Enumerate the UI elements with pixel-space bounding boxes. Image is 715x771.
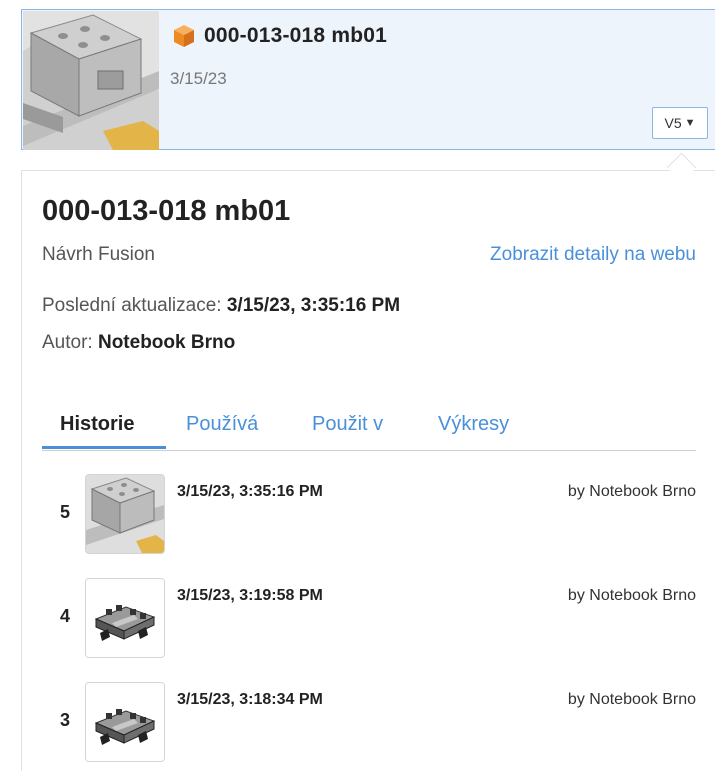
version-thumbnail <box>85 474 165 554</box>
design-type: Návrh Fusion <box>42 244 155 265</box>
last-updated-label: Poslední aktualizace: <box>42 295 222 316</box>
version-number: 4 <box>60 606 71 626</box>
caret-down-icon: ▼ <box>684 117 696 129</box>
history-item[interactable]: 4 3/15/23, 3:19:58 PM by Notebook Brno <box>42 578 696 660</box>
version-author: by Notebook Brno <box>567 587 696 604</box>
cube-icon <box>172 24 196 48</box>
version-number: 5 <box>60 502 71 522</box>
card-title: 000-013-018 mb01 <box>204 24 387 47</box>
selected-file-card[interactable]: 000-013-018 mb01 3/15/23 V5 ▼ <box>21 9 715 150</box>
author: Autor: Notebook Brno <box>42 332 235 354</box>
version-date: 3/15/23, 3:18:34 PM <box>177 691 323 708</box>
version-author: by Notebook Brno <box>567 691 696 708</box>
version-label: V5 <box>664 115 682 131</box>
detail-title: 000-013-018 mb01 <box>42 195 291 227</box>
history-item[interactable]: 5 3/15/23, 3:35:16 PM by Notebook Brno <box>42 474 696 556</box>
version-date: 3/15/23, 3:35:16 PM <box>177 483 323 500</box>
details-tabs: Historie Používá Použit v Výkresy <box>42 410 696 451</box>
author-label: Autor: <box>42 332 93 353</box>
tab-used-in[interactable]: Použit v <box>312 413 383 436</box>
tab-history[interactable]: Historie <box>60 413 134 436</box>
tab-drawings[interactable]: Výkresy <box>438 413 509 436</box>
author-value: Notebook Brno <box>97 332 236 353</box>
version-thumbnail <box>85 578 165 658</box>
history-item[interactable]: 3 3/15/23, 3:18:34 PM by Notebook Brno <box>42 682 696 764</box>
version-number: 3 <box>60 710 71 730</box>
file-thumbnail <box>23 11 159 150</box>
left-gutter <box>0 0 21 771</box>
last-updated: Poslední aktualizace: 3/15/23, 3:35:16 P… <box>42 295 400 317</box>
tab-uses[interactable]: Používá <box>186 413 258 436</box>
version-thumbnail <box>85 682 165 762</box>
last-updated-value: 3/15/23, 3:35:16 PM <box>226 295 401 316</box>
version-dropdown[interactable]: V5 ▼ <box>652 107 708 139</box>
version-date: 3/15/23, 3:19:58 PM <box>177 587 323 604</box>
active-tab-indicator <box>42 446 166 449</box>
version-author: by Notebook Brno <box>567 483 696 500</box>
card-date: 3/15/23 <box>170 69 227 88</box>
view-details-on-web-link[interactable]: Zobrazit detaily na webu <box>490 244 696 266</box>
